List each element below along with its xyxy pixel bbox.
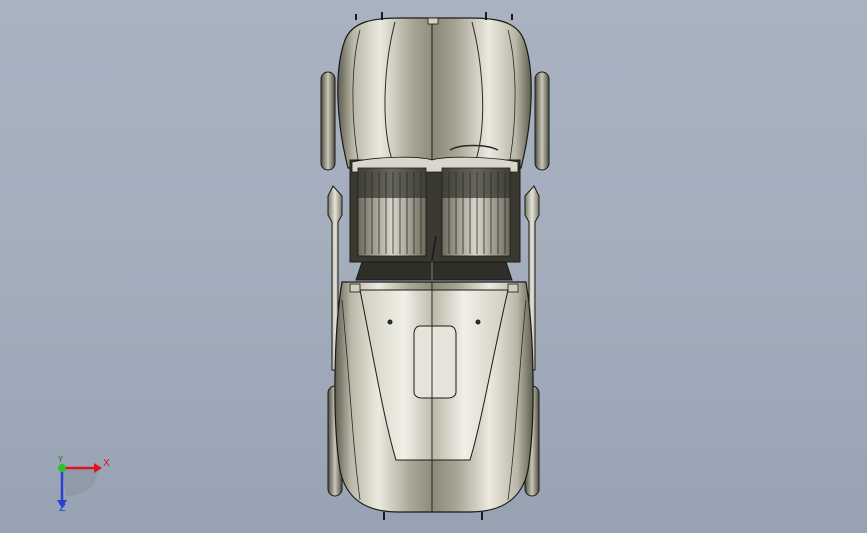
x-axis-label: X <box>103 458 110 469</box>
triad-shadow <box>62 468 98 496</box>
car-model-top-view[interactable] <box>0 0 867 533</box>
reference-triad <box>57 463 102 508</box>
left-seat[interactable] <box>357 167 427 257</box>
graphics-viewport[interactable]: X Y Z <box>0 0 867 533</box>
right-seat[interactable] <box>441 167 511 257</box>
rear-hatch[interactable] <box>413 325 457 399</box>
front-left-wheel[interactable] <box>320 71 336 171</box>
windshield[interactable] <box>355 261 513 281</box>
y-axis-point <box>58 464 66 472</box>
z-axis-label: Z <box>59 503 66 514</box>
front-right-wheel[interactable] <box>534 71 550 171</box>
y-axis-label: Y <box>58 455 63 464</box>
front-hood[interactable] <box>337 17 532 169</box>
